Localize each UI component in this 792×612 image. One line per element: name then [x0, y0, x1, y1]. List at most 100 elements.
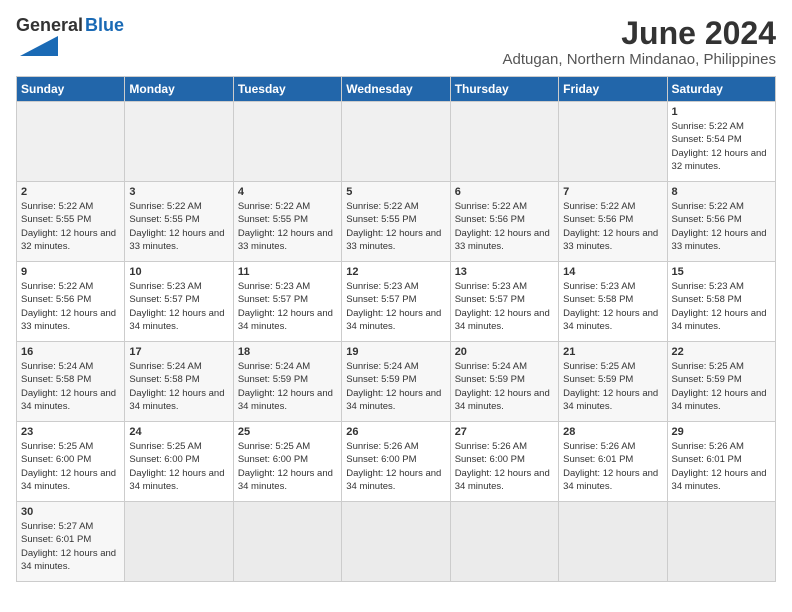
day-number: 27 — [455, 426, 554, 438]
day-cell — [125, 502, 233, 582]
day-cell: 25 Sunrise: 5:25 AM Sunset: 6:00 PM Dayli… — [233, 422, 341, 502]
day-cell: 11 Sunrise: 5:23 AM Sunset: 5:57 PM Dayli… — [233, 262, 341, 342]
header-sunday: Sunday — [17, 77, 125, 102]
day-info: Sunrise: 5:23 AM Sunset: 5:58 PM Dayligh… — [563, 280, 662, 333]
day-cell: 22 Sunrise: 5:25 AM Sunset: 5:59 PM Dayli… — [667, 342, 775, 422]
day-number: 26 — [346, 426, 445, 438]
day-number: 1 — [672, 106, 771, 118]
day-cell: 4Sunrise: 5:22 AM Sunset: 5:55 PM Daylig… — [233, 182, 341, 262]
day-info: Sunrise: 5:25 AM Sunset: 6:00 PM Dayligh… — [129, 440, 228, 493]
day-info: Sunrise: 5:26 AM Sunset: 6:00 PM Dayligh… — [346, 440, 445, 493]
week-row-5: 23 Sunrise: 5:25 AM Sunset: 6:00 PM Dayli… — [17, 422, 776, 502]
header-tuesday: Tuesday — [233, 77, 341, 102]
day-info: Sunrise: 5:23 AM Sunset: 5:58 PM Dayligh… — [672, 280, 771, 333]
day-number: 20 — [455, 346, 554, 358]
day-cell — [450, 102, 558, 182]
day-cell: 2 Sunrise: 5:22 AM Sunset: 5:55 PM Daylig… — [17, 182, 125, 262]
day-cell: 30 Sunrise: 5:27 AM Sunset: 6:01 PM Dayli… — [17, 502, 125, 582]
title-block: June 2024 Adtugan, Northern Mindanao, Ph… — [502, 16, 776, 68]
logo-blue-text: Blue — [85, 16, 124, 34]
day-number: 24 — [129, 426, 228, 438]
day-cell: 8 Sunrise: 5:22 AM Sunset: 5:56 PM Daylig… — [667, 182, 775, 262]
day-info: Sunrise: 5:24 AM Sunset: 5:59 PM Dayligh… — [455, 360, 554, 413]
day-cell: 13Sunrise: 5:23 AM Sunset: 5:57 PM Dayli… — [450, 262, 558, 342]
week-row-1: 1 Sunrise: 5:22 AM Sunset: 5:54 PM Daylig… — [17, 102, 776, 182]
day-number: 30 — [21, 506, 120, 518]
day-info: Sunrise: 5:24 AM Sunset: 5:59 PM Dayligh… — [238, 360, 337, 413]
day-info: Sunrise: 5:25 AM Sunset: 6:00 PM Dayligh… — [238, 440, 337, 493]
day-number: 10 — [129, 266, 228, 278]
day-info: Sunrise: 5:22 AM Sunset: 5:54 PM Dayligh… — [672, 120, 771, 173]
day-info: Sunrise: 5:26 AM Sunset: 6:01 PM Dayligh… — [563, 440, 662, 493]
day-cell: 12Sunrise: 5:23 AM Sunset: 5:57 PM Dayli… — [342, 262, 450, 342]
day-cell: 16Sunrise: 5:24 AM Sunset: 5:58 PM Dayli… — [17, 342, 125, 422]
day-number: 9 — [21, 266, 120, 278]
day-cell: 26 Sunrise: 5:26 AM Sunset: 6:00 PM Dayli… — [342, 422, 450, 502]
day-number: 29 — [672, 426, 771, 438]
header-friday: Friday — [559, 77, 667, 102]
week-row-6: 30 Sunrise: 5:27 AM Sunset: 6:01 PM Dayli… — [17, 502, 776, 582]
day-info: Sunrise: 5:22 AM Sunset: 5:55 PM Dayligh… — [346, 200, 445, 253]
day-cell: 10 Sunrise: 5:23 AM Sunset: 5:57 PM Dayli… — [125, 262, 233, 342]
day-number: 11 — [238, 266, 337, 278]
day-number: 5 — [346, 186, 445, 198]
logo: General Blue — [16, 16, 124, 56]
subtitle: Adtugan, Northern Mindanao, Philippines — [502, 51, 776, 68]
day-cell: 27Sunrise: 5:26 AM Sunset: 6:00 PM Dayli… — [450, 422, 558, 502]
day-cell — [233, 502, 341, 582]
day-info: Sunrise: 5:23 AM Sunset: 5:57 PM Dayligh… — [455, 280, 554, 333]
day-info: Sunrise: 5:22 AM Sunset: 5:56 PM Dayligh… — [672, 200, 771, 253]
day-cell: 5 Sunrise: 5:22 AM Sunset: 5:55 PM Daylig… — [342, 182, 450, 262]
header-saturday: Saturday — [667, 77, 775, 102]
day-cell — [450, 502, 558, 582]
day-number: 22 — [672, 346, 771, 358]
day-cell — [342, 502, 450, 582]
day-number: 3 — [129, 186, 228, 198]
day-info: Sunrise: 5:24 AM Sunset: 5:59 PM Dayligh… — [346, 360, 445, 413]
day-cell: 6 Sunrise: 5:22 AM Sunset: 5:56 PM Daylig… — [450, 182, 558, 262]
day-cell: 15 Sunrise: 5:23 AM Sunset: 5:58 PM Dayli… — [667, 262, 775, 342]
day-info: Sunrise: 5:24 AM Sunset: 5:58 PM Dayligh… — [21, 360, 120, 413]
day-info: Sunrise: 5:25 AM Sunset: 6:00 PM Dayligh… — [21, 440, 120, 493]
day-info: Sunrise: 5:22 AM Sunset: 5:55 PM Dayligh… — [21, 200, 120, 253]
logo-text: General — [16, 16, 83, 34]
header-monday: Monday — [125, 77, 233, 102]
day-number: 15 — [672, 266, 771, 278]
day-number: 8 — [672, 186, 771, 198]
day-number: 28 — [563, 426, 662, 438]
day-number: 25 — [238, 426, 337, 438]
header-thursday: Thursday — [450, 77, 558, 102]
day-number: 21 — [563, 346, 662, 358]
day-number: 17 — [129, 346, 228, 358]
day-cell: 29Sunrise: 5:26 AM Sunset: 6:01 PM Dayli… — [667, 422, 775, 502]
day-number: 7 — [563, 186, 662, 198]
day-cell: 21 Sunrise: 5:25 AM Sunset: 5:59 PM Dayli… — [559, 342, 667, 422]
calendar-table: SundayMondayTuesdayWednesdayThursdayFrid… — [16, 76, 776, 582]
day-number: 6 — [455, 186, 554, 198]
day-info: Sunrise: 5:27 AM Sunset: 6:01 PM Dayligh… — [21, 520, 120, 573]
day-info: Sunrise: 5:23 AM Sunset: 5:57 PM Dayligh… — [129, 280, 228, 333]
day-cell — [667, 502, 775, 582]
day-cell — [342, 102, 450, 182]
day-info: Sunrise: 5:22 AM Sunset: 5:55 PM Dayligh… — [129, 200, 228, 253]
day-cell: 9 Sunrise: 5:22 AM Sunset: 5:56 PM Daylig… — [17, 262, 125, 342]
day-info: Sunrise: 5:25 AM Sunset: 5:59 PM Dayligh… — [563, 360, 662, 413]
page-header: General Blue June 2024 Adtugan, Northern… — [16, 16, 776, 68]
day-cell: 24 Sunrise: 5:25 AM Sunset: 6:00 PM Dayli… — [125, 422, 233, 502]
day-info: Sunrise: 5:25 AM Sunset: 5:59 PM Dayligh… — [672, 360, 771, 413]
day-cell: 3 Sunrise: 5:22 AM Sunset: 5:55 PM Daylig… — [125, 182, 233, 262]
day-cell: 18Sunrise: 5:24 AM Sunset: 5:59 PM Dayli… — [233, 342, 341, 422]
day-number: 14 — [563, 266, 662, 278]
day-info: Sunrise: 5:23 AM Sunset: 5:57 PM Dayligh… — [346, 280, 445, 333]
day-cell — [559, 502, 667, 582]
day-info: Sunrise: 5:24 AM Sunset: 5:58 PM Dayligh… — [129, 360, 228, 413]
day-number: 2 — [21, 186, 120, 198]
main-title: June 2024 — [502, 16, 776, 51]
day-info: Sunrise: 5:23 AM Sunset: 5:57 PM Dayligh… — [238, 280, 337, 333]
week-row-4: 16Sunrise: 5:24 AM Sunset: 5:58 PM Dayli… — [17, 342, 776, 422]
day-cell: 19Sunrise: 5:24 AM Sunset: 5:59 PM Dayli… — [342, 342, 450, 422]
day-info: Sunrise: 5:22 AM Sunset: 5:56 PM Dayligh… — [21, 280, 120, 333]
day-cell: 28 Sunrise: 5:26 AM Sunset: 6:01 PM Dayli… — [559, 422, 667, 502]
day-info: Sunrise: 5:22 AM Sunset: 5:56 PM Dayligh… — [455, 200, 554, 253]
day-number: 23 — [21, 426, 120, 438]
